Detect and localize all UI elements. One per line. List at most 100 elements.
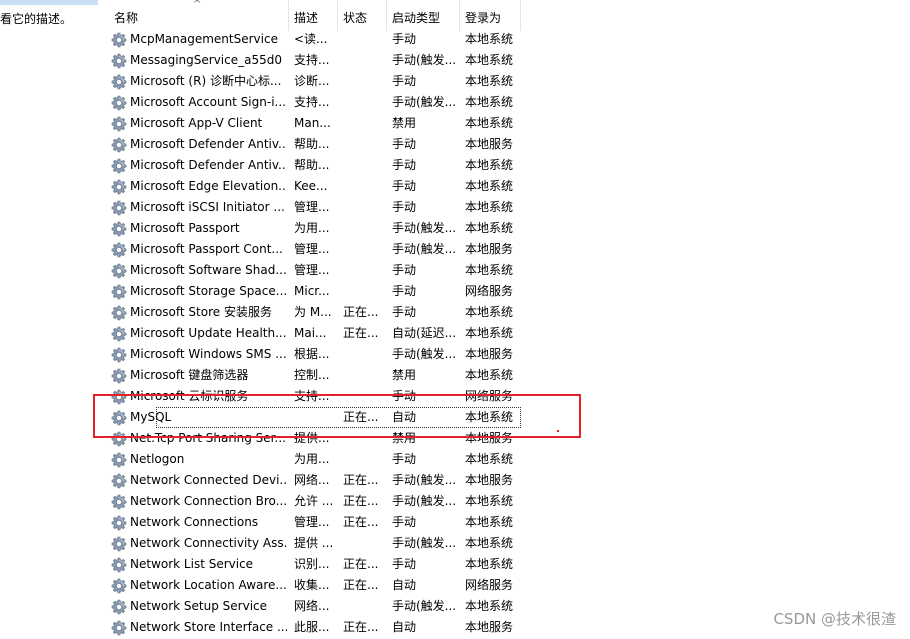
focus-rectangle <box>156 407 521 428</box>
column-header-name[interactable]: 名称 ^ <box>109 0 289 31</box>
service-row[interactable]: Network Connected Devi... 网络... 正在... 手动(触发… <box>109 470 521 491</box>
service-description: 帮助... <box>294 137 330 151</box>
service-name: Network Setup Service <box>130 599 268 613</box>
service-startup-type: 手动 <box>392 158 417 172</box>
column-header-status[interactable]: 状态 <box>338 0 387 31</box>
service-row[interactable]: Microsoft Windows SMS ... 根据... 手动(触发... 本地… <box>109 344 521 365</box>
service-gear-icon <box>111 557 127 573</box>
service-description: 提供 ... <box>294 536 334 550</box>
column-header-logon-as[interactable]: 登录为 <box>460 0 521 31</box>
service-description: 提供... <box>294 431 330 445</box>
service-row[interactable]: Network Location Aware... 收集... 正在... 自动 网络服… <box>109 575 521 596</box>
service-row[interactable]: Net.Tcp Port Sharing Ser... 提供... 禁用 本地服务 <box>109 428 521 449</box>
column-header-name-label: 名称 <box>114 11 139 25</box>
service-logon-as: 本地系统 <box>465 74 514 88</box>
service-status: 正在... <box>343 515 379 529</box>
service-name: Network List Service <box>130 557 254 571</box>
service-status <box>343 344 389 365</box>
service-name: Network Connection Bro... <box>130 494 287 508</box>
service-row[interactable]: MessagingService_a55d0 支持... 手动(触发... 本地系统 <box>109 50 521 71</box>
service-name: Microsoft Update Health... <box>130 326 287 340</box>
service-logon-as: 本地系统 <box>465 158 514 172</box>
service-row[interactable]: Network Store Interface ... 此服... 正在... 自动 本… <box>109 617 521 638</box>
service-status: 正在... <box>343 620 379 634</box>
service-row[interactable]: Network List Service 识别... 正在... 手动 本地系统 <box>109 554 521 575</box>
service-startup-type: 禁用 <box>392 431 417 445</box>
service-logon-as: 本地系统 <box>465 53 514 67</box>
service-row[interactable]: Microsoft Defender Antiv... 帮助... 手动 本地服务 <box>109 134 521 155</box>
service-row[interactable]: Microsoft Storage Space... Micr... 手动 网络服务 <box>109 281 521 302</box>
service-row[interactable]: Network Setup Service 网络... 手动(触发... 本地系统 <box>109 596 521 617</box>
service-logon-as: 本地服务 <box>465 431 514 445</box>
column-header-startup-type[interactable]: 启动类型 <box>387 0 460 31</box>
service-name: Microsoft Software Shad... <box>130 263 287 277</box>
service-row[interactable]: Microsoft Update Health... Mai... 正在... 自动(… <box>109 323 521 344</box>
service-gear-icon <box>111 305 127 321</box>
service-description-text: 看它的描述。 <box>0 12 73 26</box>
service-row[interactable]: Microsoft Passport Cont... 管理... 手动(触发... 本… <box>109 239 521 260</box>
service-gear-icon <box>111 536 127 552</box>
service-status <box>343 218 389 239</box>
service-row[interactable]: Microsoft iSCSI Initiator ... 管理... 手动 本地系统 <box>109 197 521 218</box>
service-logon-as: 网络服务 <box>465 389 514 403</box>
service-name: Microsoft 键盘筛选器 <box>130 368 249 382</box>
service-startup-type: 手动 <box>392 452 417 466</box>
service-logon-as: 本地服务 <box>465 473 514 487</box>
service-row[interactable]: Microsoft 键盘筛选器 控制... 禁用 本地系统 <box>109 365 521 386</box>
service-row[interactable]: Netlogon 为用... 手动 本地系统 <box>109 449 521 470</box>
service-logon-as: 本地系统 <box>465 179 514 193</box>
service-row[interactable]: MySQL 正在... 自动 本地系统 <box>109 407 521 428</box>
service-row[interactable]: Microsoft Software Shad... 管理... 手动 本地系统 <box>109 260 521 281</box>
service-status <box>343 50 389 71</box>
service-status <box>343 386 389 407</box>
service-name: MessagingService_a55d0 <box>130 53 282 67</box>
service-description: Kee... <box>294 179 328 193</box>
service-row[interactable]: Microsoft (R) 诊断中心标... 诊断... 手动 本地系统 <box>109 71 521 92</box>
service-name: Network Connectivity Ass... <box>130 536 287 550</box>
service-status <box>343 155 389 176</box>
service-row[interactable]: Microsoft Defender Antiv... 帮助... 手动 本地系统 <box>109 155 521 176</box>
service-logon-as: 本地服务 <box>465 242 514 256</box>
service-status <box>343 197 389 218</box>
service-logon-as: 本地服务 <box>465 620 514 634</box>
service-status: 正在... <box>343 473 379 487</box>
service-row[interactable]: Network Connectivity Ass... 提供 ... 手动(触发..… <box>109 533 521 554</box>
service-startup-type: 手动 <box>392 74 417 88</box>
service-name: Microsoft Passport Cont... <box>130 242 283 256</box>
service-description: 为用... <box>294 221 330 235</box>
service-status <box>343 134 389 155</box>
service-description: 支持... <box>294 389 330 403</box>
service-description: Man... <box>294 116 331 130</box>
service-name: Microsoft Windows SMS ... <box>130 347 287 361</box>
service-description: 管理... <box>294 200 330 214</box>
column-header-description[interactable]: 描述 <box>289 0 338 31</box>
service-row[interactable]: McpManagementService <读... 手动 本地系统 <box>109 29 521 50</box>
service-row[interactable]: Microsoft Store 安装服务 为 M... 正在... 手动 本地系统 <box>109 302 521 323</box>
service-row[interactable]: Network Connection Bro... 允许 ... 正在... 手动(触… <box>109 491 521 512</box>
service-startup-type: 手动 <box>392 557 417 571</box>
service-row[interactable]: Microsoft App-V Client Man... 禁用 本地系统 <box>109 113 521 134</box>
service-logon-as: 本地系统 <box>465 95 514 109</box>
service-gear-icon <box>111 221 127 237</box>
service-row[interactable]: Microsoft Passport 为用... 手动(触发... 本地系统 <box>109 218 521 239</box>
service-row[interactable]: Microsoft Edge Elevation... Kee... 手动 本地系统 <box>109 176 521 197</box>
service-row[interactable]: Microsoft 云标识服务 支持... 手动 网络服务 <box>109 386 521 407</box>
service-description: 网络... <box>294 473 330 487</box>
service-description: 收集... <box>294 578 330 592</box>
service-row[interactable]: Microsoft Account Sign-i... 支持... 手动(触发...… <box>109 92 521 113</box>
service-startup-type: 手动(触发... <box>392 221 457 235</box>
service-logon-as: 本地服务 <box>465 347 514 361</box>
service-description: 管理... <box>294 242 330 256</box>
service-logon-as: 本地系统 <box>465 221 514 235</box>
service-startup-type: 禁用 <box>392 116 417 130</box>
service-status <box>343 29 389 50</box>
service-description: 诊断... <box>294 74 330 88</box>
service-row[interactable]: Network Connections 管理... 正在... 手动 本地系统 <box>109 512 521 533</box>
service-name: Microsoft Edge Elevation... <box>130 179 287 193</box>
service-startup-type: 手动(触发... <box>392 536 457 550</box>
service-logon-as: 本地系统 <box>465 326 514 340</box>
left-selection-strip <box>0 0 98 5</box>
service-logon-as: 本地系统 <box>465 536 514 550</box>
service-name: Microsoft App-V Client <box>130 116 263 130</box>
service-logon-as: 本地系统 <box>465 557 514 571</box>
